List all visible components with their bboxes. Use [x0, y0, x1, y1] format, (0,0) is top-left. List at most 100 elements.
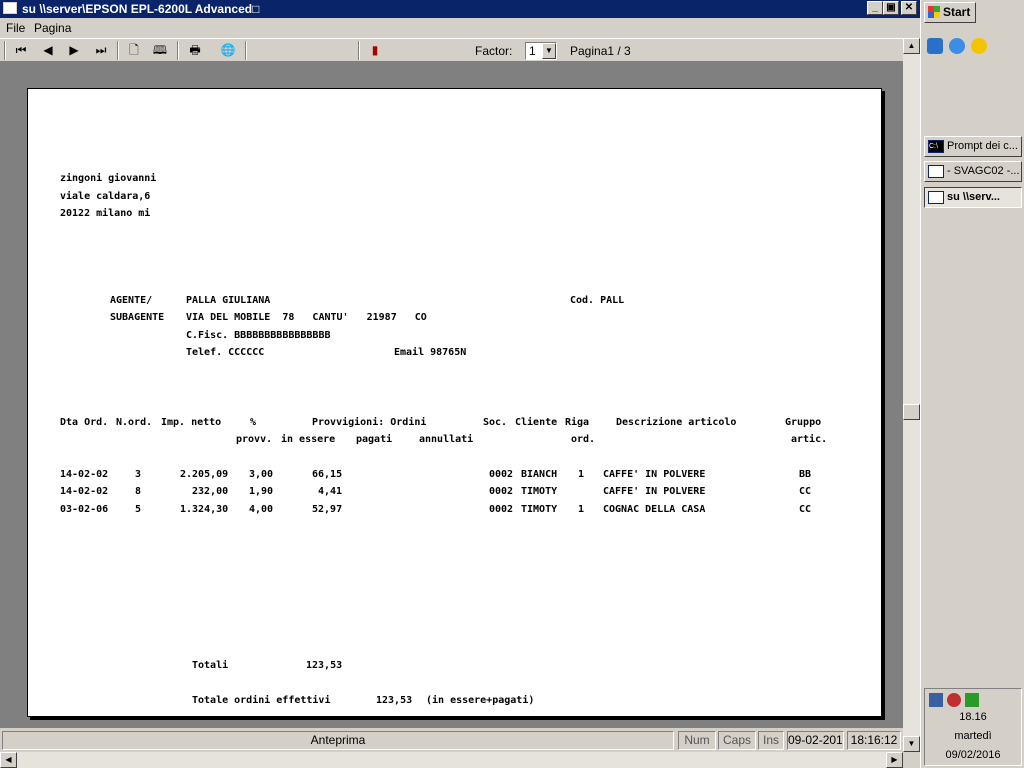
- show-desktop-icon[interactable]: [927, 38, 943, 54]
- col-pagati: pagati: [356, 434, 393, 445]
- window-title: su \\server\EPSON EPL-6200L Advanced□: [22, 2, 260, 16]
- menu-bar: File Pagina: [0, 18, 920, 38]
- horizontal-scrollbar[interactable]: ◀ ▶: [0, 752, 903, 768]
- exit-door-icon[interactable]: ▮: [366, 42, 384, 59]
- col-percent: %: [250, 417, 257, 428]
- network-icon[interactable]: [929, 693, 943, 707]
- security-icon[interactable]: [947, 693, 961, 707]
- command-prompt-icon: C:\: [928, 140, 944, 153]
- address-line-3: 20122 milano mi: [60, 208, 151, 219]
- row-3-riga: 1: [578, 504, 585, 515]
- col-imp-netto: Imp. netto: [161, 417, 222, 428]
- status-date: 09-02-2016: [787, 731, 844, 750]
- restore-button[interactable]: ▣: [883, 1, 899, 15]
- toolbar: ⏮ ◀ ▶ ⏭ 🗋 🕮 🖶 🌐 ▮ Factor: 1 ▼ Pagina1 / …: [0, 38, 903, 62]
- toolbar-grip: [4, 41, 6, 60]
- menu-pagina[interactable]: Pagina: [34, 21, 71, 35]
- row-3-cliente: TIMOTY: [521, 504, 558, 515]
- row-2-soc: 0002: [489, 486, 514, 497]
- clock-date: 09/02/2016: [945, 749, 1001, 761]
- row-1-in-essere: 66,15: [312, 469, 343, 480]
- start-button[interactable]: Start: [924, 2, 976, 23]
- status-time: 18:16:12: [847, 731, 901, 750]
- scroll-left-icon[interactable]: ◀: [0, 752, 17, 768]
- toolbar-separator: [358, 41, 360, 60]
- minimize-button[interactable]: _: [867, 1, 883, 15]
- row-1-pct: 3,00: [249, 469, 274, 480]
- col-cliente: Cliente: [515, 417, 558, 428]
- col-gruppo: Gruppo: [785, 417, 822, 428]
- taskbar-item-label: su \\serv...: [947, 191, 1000, 203]
- row-1-soc: 0002: [489, 469, 514, 480]
- status-num: Num: [678, 731, 716, 750]
- single-page-icon[interactable]: 🗋: [125, 42, 143, 59]
- scroll-thumb[interactable]: [903, 404, 920, 420]
- toolbar-separator: [117, 41, 119, 60]
- row-1-riga: 1: [578, 469, 585, 480]
- row-1-nord: 3: [135, 469, 142, 480]
- col-ord: ord.: [571, 434, 596, 445]
- last-page-icon[interactable]: ⏭: [92, 42, 110, 59]
- preview-area[interactable]: zingoni giovanni viale caldara,6 20122 m…: [0, 62, 903, 728]
- row-2-in-essere: 4,41: [318, 486, 343, 497]
- col-in-essere: in essere: [281, 434, 336, 445]
- status-bar: Anteprima Num Caps Ins 09-02-2016 18:16:…: [0, 728, 903, 752]
- row-2-descr: CAFFE' IN POLVERE: [603, 486, 706, 497]
- row-3-nord: 5: [135, 504, 142, 515]
- scroll-down-icon[interactable]: ▼: [903, 736, 920, 752]
- address-line-1: zingoni giovanni: [60, 173, 157, 184]
- next-page-icon[interactable]: ▶: [65, 42, 83, 59]
- row-2-pct: 1,90: [249, 486, 274, 497]
- agent-email: Email 98765N: [394, 347, 467, 358]
- status-caps: Caps: [718, 731, 756, 750]
- scroll-right-icon[interactable]: ▶: [886, 752, 903, 768]
- taskbar-item-svagc02[interactable]: - SVAGC02 -...: [924, 161, 1022, 182]
- toolbar-separator: [245, 41, 247, 60]
- agent-name: PALLA GIULIANA: [186, 295, 271, 306]
- row-3-descr: COGNAC DELLA CASA: [603, 504, 706, 515]
- first-page-icon[interactable]: ⏮: [12, 42, 30, 59]
- taskbar: Start C:\ Prompt dei c... - SVAGC02 -...…: [920, 0, 1024, 768]
- factor-label: Factor:: [475, 44, 513, 58]
- agent-telef: Telef. CCCCCC: [186, 347, 265, 358]
- two-pages-icon[interactable]: 🕮: [151, 42, 169, 59]
- agent-code: Cod. PALL: [570, 295, 625, 306]
- col-n-ord: N.ord.: [116, 417, 153, 428]
- taskbar-item-prompt[interactable]: C:\ Prompt dei c...: [924, 136, 1022, 157]
- factor-select[interactable]: 1 ▼: [525, 42, 557, 60]
- row-2-gruppo: CC: [799, 486, 812, 497]
- prev-page-icon[interactable]: ◀: [39, 42, 57, 59]
- scroll-up-icon[interactable]: ▲: [903, 38, 920, 54]
- row-3-soc: 0002: [489, 504, 514, 515]
- clock-day: martedì: [954, 730, 992, 742]
- update-icon[interactable]: [965, 693, 979, 707]
- window-icon: [3, 2, 17, 14]
- row-1-dta: 14-02-02: [60, 469, 109, 480]
- subagent-label: SUBAGENTE: [110, 312, 165, 323]
- totale-effettivi-label: Totale ordini effettivi: [192, 695, 331, 706]
- title-bar[interactable]: su \\server\EPSON EPL-6200L Advanced□ _ …: [0, 0, 920, 18]
- row-3-in-essere: 52,97: [312, 504, 343, 515]
- col-provv: provv.: [236, 434, 273, 445]
- col-soc: Soc.: [483, 417, 508, 428]
- factor-value: 1: [529, 44, 536, 58]
- taskbar-item-label: Prompt dei c...: [947, 140, 1018, 152]
- page-indicator: Pagina1 / 3: [570, 44, 631, 58]
- taskbar-item-label: - SVAGC02 -...: [947, 165, 1020, 177]
- close-button[interactable]: ✕: [901, 1, 917, 15]
- media-player-icon[interactable]: [971, 38, 987, 54]
- col-descrizione: Descrizione articolo: [616, 417, 737, 428]
- agent-cfisc: C.Fisc. BBBBBBBBBBBBBBBB: [186, 330, 331, 341]
- send-icon[interactable]: 🌐: [219, 42, 237, 59]
- clock-time[interactable]: 18.16: [925, 711, 1021, 723]
- row-3-dta: 03-02-06: [60, 504, 109, 515]
- vertical-scrollbar[interactable]: ▲ ▼: [903, 38, 920, 752]
- window-icon: [928, 165, 944, 178]
- menu-file[interactable]: File: [6, 21, 25, 35]
- print-icon[interactable]: 🖶: [186, 42, 204, 59]
- internet-explorer-icon[interactable]: [949, 38, 965, 54]
- row-2-cliente: TIMOTY: [521, 486, 558, 497]
- col-riga: Riga: [565, 417, 590, 428]
- chevron-down-icon[interactable]: ▼: [542, 43, 556, 59]
- taskbar-item-print-preview[interactable]: su \\serv...: [924, 187, 1022, 208]
